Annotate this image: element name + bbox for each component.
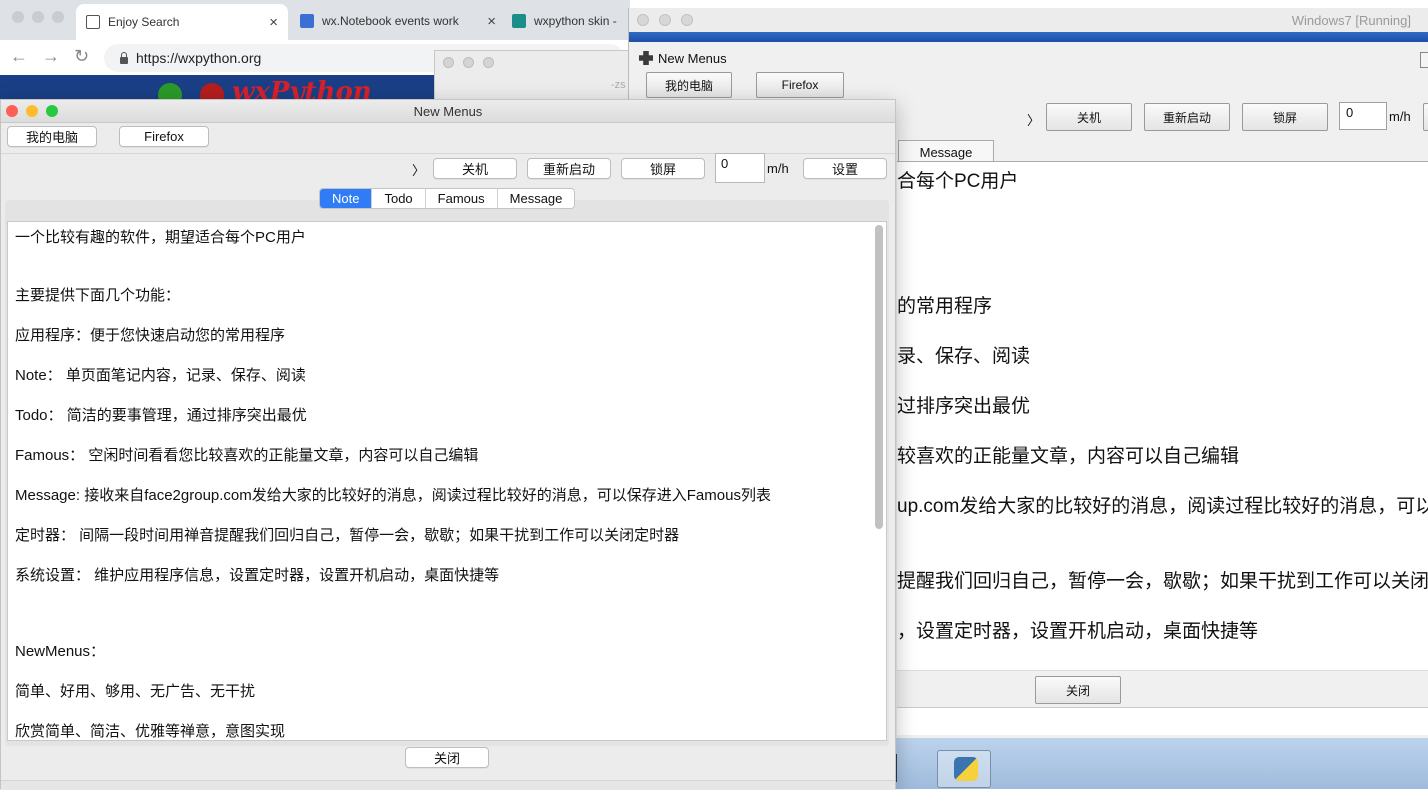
- vbox-close-light[interactable]: [637, 14, 649, 26]
- vertical-scrollbar[interactable]: [875, 225, 883, 529]
- window-title: New Menus: [413, 104, 483, 119]
- note-text-area[interactable]: 一个比较有趣的软件，期望适合每个PC用户 主要提供下面几个功能： 应用程序：便于…: [7, 221, 887, 741]
- browser-tab-notebook-events[interactable]: wx.Notebook events work ×: [300, 6, 496, 36]
- guest-lock-button[interactable]: 锁屏: [1242, 103, 1328, 131]
- address-url: https://wxpython.org: [136, 50, 262, 66]
- note-line: Note： 单页面笔记内容，记录、保存、阅读: [15, 367, 306, 384]
- guest-note-line: 的常用程序: [897, 296, 993, 317]
- browser-tab-wxpython-skin[interactable]: wxpython skin -: [512, 6, 630, 36]
- guest-shutdown-button[interactable]: 关机: [1046, 103, 1132, 131]
- guest-desktop-strip: [629, 32, 1428, 42]
- bg-close-light[interactable]: [443, 57, 454, 68]
- guest-close-button[interactable]: 关闭: [1035, 676, 1121, 704]
- enjoy-search-favicon-icon: [86, 15, 100, 29]
- guest-window-title: New Menus: [658, 51, 727, 66]
- guest-settings-button[interactable]: [1423, 103, 1428, 131]
- tab-todo[interactable]: Todo: [372, 189, 426, 208]
- back-arrow-icon[interactable]: ←: [10, 46, 28, 67]
- virtualbox-titlebar: Windows7 [Running]: [629, 8, 1428, 33]
- guest-note-page: 合每个PC用户 的常用程序 录、保存、阅读 过排序突出最优 较喜欢的正能量文章，…: [897, 161, 1428, 735]
- wxpython-logo: wxPython: [232, 77, 372, 100]
- guest-note-line: 过排序突出最优: [897, 396, 1031, 417]
- python-icon: [954, 757, 978, 781]
- browser-tab-label: wxpython skin -: [534, 14, 617, 28]
- timer-unit-label: m/h: [767, 161, 789, 176]
- guest-note-line: 较喜欢的正能量文章，内容可以自己编辑: [897, 446, 1240, 467]
- guest-note-line: 录、保存、阅读: [897, 346, 1031, 367]
- notebook-tabs: Note Todo Famous Message: [319, 188, 576, 209]
- guest-note-line: up.com发给大家的比较好的消息，阅读过程比较好的消息，可以: [897, 496, 1428, 517]
- tab-famous[interactable]: Famous: [426, 189, 498, 208]
- vbox-minimize-light[interactable]: [659, 14, 671, 26]
- my-computer-button[interactable]: 我的电脑: [7, 126, 97, 147]
- guest-note-line: 合每个PC用户: [897, 171, 1019, 192]
- bg-minimize-light[interactable]: [463, 57, 474, 68]
- guest-note-line: 提醒我们回归自己，暂停一会，歇歇；如果干扰到工作可以关闭: [897, 571, 1428, 592]
- note-line: 主要提供下面几个功能：: [15, 287, 181, 304]
- browser-tab-label: wx.Notebook events work: [322, 14, 459, 28]
- timer-interval-input[interactable]: 0: [715, 153, 765, 183]
- tab-note[interactable]: Note: [320, 189, 373, 208]
- reload-icon[interactable]: ↻: [74, 46, 89, 67]
- note-line: 定时器： 间隔一段时间用禅音提醒我们回归自己，暂停一会，歇歇；如果干扰到工作可以…: [15, 527, 680, 544]
- bing-favicon-icon: [512, 14, 526, 28]
- guest-firefox-button[interactable]: Firefox: [756, 72, 844, 98]
- close-tab-icon[interactable]: ×: [487, 13, 496, 30]
- note-line: 系统设置： 维护应用程序信息，设置定时器，设置开机启动，桌面快捷等: [15, 567, 500, 584]
- forward-arrow-icon[interactable]: →: [42, 46, 60, 67]
- restart-button[interactable]: 重新启动: [527, 158, 611, 179]
- arrow-icon: 〉: [412, 163, 426, 178]
- bg-zoom-light[interactable]: [483, 57, 494, 68]
- guest-unit-label: m/h: [1389, 109, 1411, 124]
- note-line: Famous： 空闲时间看看您比较喜欢的正能量文章，内容可以自己编辑: [15, 447, 479, 464]
- vbox-title: Windows7 [Running]: [1291, 13, 1411, 28]
- close-button[interactable]: 关闭: [405, 747, 489, 768]
- lock-icon: [120, 51, 128, 64]
- browser-tab-label: Enjoy Search: [108, 15, 180, 29]
- close-tab-icon[interactable]: ×: [269, 14, 278, 31]
- vbox-zoom-light[interactable]: [681, 14, 693, 26]
- note-line: 简单、好用、够用、无广告、无干扰: [15, 683, 256, 700]
- background-window: -zs: [434, 50, 636, 102]
- note-line: 欣赏简单、简洁、优雅等禅意，意图实现: [15, 723, 286, 740]
- note-line: Todo： 简洁的要事管理，通过排序突出最优: [15, 407, 307, 424]
- browser-close-light[interactable]: [12, 11, 24, 23]
- snake-mascot-icon: [200, 83, 224, 100]
- settings-button[interactable]: 设置: [803, 158, 887, 179]
- lock-screen-button[interactable]: 锁屏: [621, 158, 705, 179]
- browser-zoom-light[interactable]: [52, 11, 64, 23]
- guest-tab-message[interactable]: Message: [898, 140, 994, 163]
- guest-restart-button[interactable]: 重新启动: [1144, 103, 1230, 131]
- bg-window-text: -zs: [611, 79, 626, 91]
- snake-mascot-icon: [158, 83, 182, 100]
- note-line: 一个比较有趣的软件，期望适合每个PC用户: [15, 229, 306, 246]
- window-titlebar: New Menus: [1, 100, 895, 123]
- guest-window-titlebar: New Menus: [629, 42, 1428, 73]
- guest-bottom-bar: 关闭: [897, 670, 1428, 708]
- guest-note-line: ，设置定时器，设置开机启动，桌面快捷等: [897, 621, 1259, 642]
- taskbar-python[interactable]: [937, 750, 991, 788]
- browser-tab-bar: Enjoy Search × wx.Notebook events work ×…: [0, 0, 630, 40]
- app-cross-icon: [639, 51, 653, 65]
- guest-timer-input[interactable]: 0: [1339, 102, 1387, 130]
- note-line: Message: 接收来自face2group.com发给大家的比较好的消息，阅…: [15, 487, 771, 504]
- note-line: 应用程序：便于您快速启动您的常用程序: [15, 327, 286, 344]
- shutdown-button[interactable]: 关机: [433, 158, 517, 179]
- page-favicon-icon: [300, 14, 314, 28]
- tab-message[interactable]: Message: [498, 189, 575, 208]
- browser-tab-enjoy-search[interactable]: Enjoy Search ×: [76, 4, 288, 40]
- note-line: NewMenus：: [15, 643, 106, 660]
- firefox-button[interactable]: Firefox: [119, 126, 209, 147]
- guest-minimize-button[interactable]: [1420, 52, 1428, 68]
- browser-minimize-light[interactable]: [32, 11, 44, 23]
- guest-my-computer-button[interactable]: 我的电脑: [646, 72, 732, 98]
- guest-arrow-icon: 〉: [1027, 113, 1041, 128]
- new-menus-window: New Menus 我的电脑 Firefox 〉 关机 重新启动 锁屏 0 m/…: [0, 99, 896, 790]
- wxpython-banner: wxPython: [0, 75, 440, 100]
